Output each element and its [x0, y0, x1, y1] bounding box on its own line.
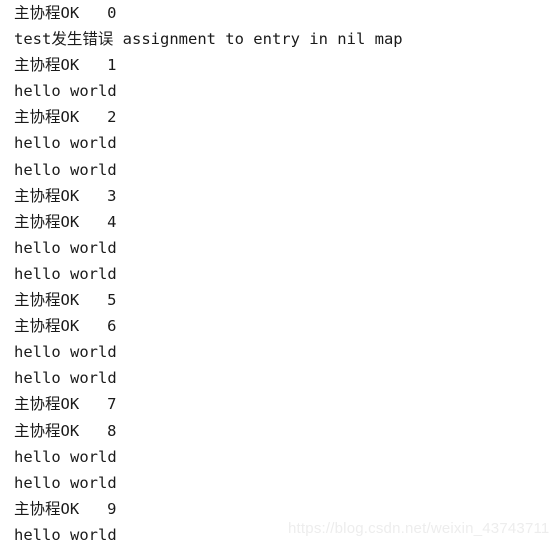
console-line: 主协程OK 5 — [14, 291, 117, 310]
console-line: hello world — [14, 160, 117, 179]
watermark-text: https://blog.csdn.net/weixin_43743711 — [288, 520, 550, 537]
console-line: test发生错误 assignment to entry in nil map — [14, 30, 403, 49]
console-line: 主协程OK 9 — [14, 499, 117, 518]
console-line: 主协程OK 8 — [14, 421, 117, 440]
console-line: hello world — [14, 264, 117, 283]
console-line: hello world — [14, 343, 117, 362]
console-line: hello world — [14, 447, 117, 466]
console-output-area: 主协程OK 0 test发生错误 assignment to entry in … — [14, 0, 554, 548]
console-line: 主协程OK 7 — [14, 395, 117, 414]
console-line: 主协程OK 1 — [14, 56, 117, 75]
console-line: 主协程OK 2 — [14, 108, 117, 127]
console-line: hello world — [14, 238, 117, 257]
console-line: hello world — [14, 473, 117, 492]
console-line: hello world — [14, 369, 117, 388]
console-line: 主协程OK 3 — [14, 186, 117, 205]
console-line: hello world — [14, 82, 117, 101]
console-line: 主协程OK 4 — [14, 212, 117, 231]
console-output-screenshot: 主协程OK 0 test发生错误 assignment to entry in … — [0, 0, 560, 548]
console-line: 主协程OK 6 — [14, 317, 117, 336]
console-line: 主协程OK 0 — [14, 4, 117, 22]
console-line: hello world — [14, 134, 117, 153]
